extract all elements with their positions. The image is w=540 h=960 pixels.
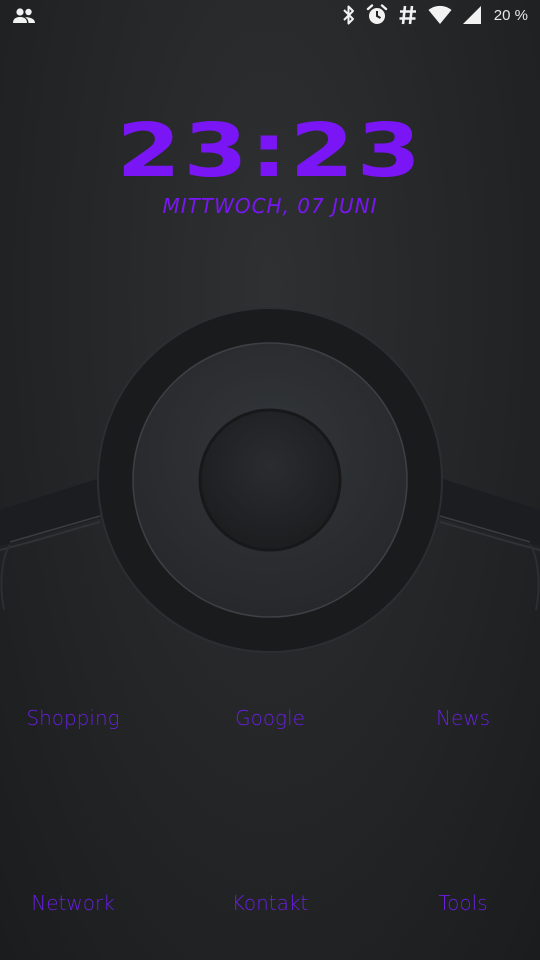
battery-percentage: 20 % xyxy=(493,6,528,24)
shortcut-google[interactable]: Google xyxy=(235,706,305,730)
status-bar: 20 % xyxy=(0,0,540,34)
shortcut-shopping[interactable]: Shopping xyxy=(26,706,119,730)
wallpaper-emblem xyxy=(0,307,540,653)
shortcut-news[interactable]: News xyxy=(436,706,490,730)
clock-time[interactable]: 23:23 xyxy=(0,114,540,188)
bluetooth-icon xyxy=(343,5,354,25)
shortcut-network[interactable]: Network xyxy=(31,891,115,915)
shortcut-kontakt[interactable]: Kontakt xyxy=(232,891,309,915)
shortcut-tools[interactable]: Tools xyxy=(438,891,487,915)
signal-icon xyxy=(462,6,481,24)
hashtag-icon xyxy=(399,5,416,25)
clock-date: MITTWOCH, 07 JUNI xyxy=(162,194,378,218)
alarm-icon xyxy=(366,4,387,24)
wifi-icon xyxy=(428,5,452,24)
contacts-icon xyxy=(13,8,35,23)
